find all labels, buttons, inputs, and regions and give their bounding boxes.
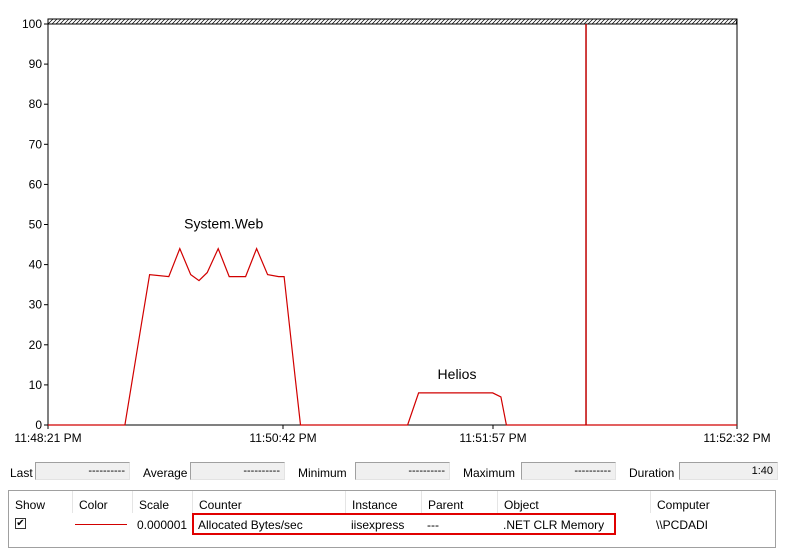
y-tick-label: 70 (29, 137, 43, 151)
minimum-value: ---------- (355, 462, 450, 480)
plot-area (47, 23, 738, 426)
col-header-computer[interactable]: Computer (651, 491, 775, 513)
counter-color-swatch (75, 524, 127, 525)
x-tick-label: 11:52:32 PM (703, 431, 770, 445)
x-axis: 11:48:21 PM 11:50:42 PM 11:51:57 PM 11:52:3… (14, 425, 771, 445)
y-tick-label: 10 (29, 378, 43, 392)
counter-computer: \\PCDADI (656, 518, 709, 532)
y-tick-label: 80 (29, 97, 43, 111)
y-tick-label: 20 (29, 338, 43, 352)
counter-scale: 0.000001 (137, 518, 188, 532)
duration-value: 1:40 (679, 462, 778, 480)
y-tick-label: 100 (22, 17, 42, 31)
statistics-bar: Last ---------- Average ---------- Minim… (0, 462, 785, 484)
counter-legend-table: Show Color Scale Counter Instance Parent… (8, 490, 776, 548)
minimum-label: Minimum (298, 466, 347, 480)
performance-graph[interactable]: 0 10 20 30 40 50 60 70 80 90 100 11:48:21 PM 11:50:… (0, 0, 785, 460)
series-annotation: Helios (438, 366, 477, 382)
col-header-counter[interactable]: Counter (193, 491, 346, 513)
x-tick-label: 11:50:42 PM (249, 431, 316, 445)
graph-top-hatch (47, 18, 738, 25)
average-value: ---------- (190, 462, 285, 480)
y-tick-label: 40 (29, 258, 43, 272)
maximum-label: Maximum (463, 466, 516, 480)
x-tick-label: 11:51:57 PM (459, 431, 526, 445)
maximum-value: ---------- (521, 462, 616, 480)
legend-header-row: Show Color Scale Counter Instance Parent… (9, 491, 775, 513)
col-header-object[interactable]: Object (498, 491, 651, 513)
y-tick-label: 50 (29, 218, 43, 232)
col-header-instance[interactable]: Instance (346, 491, 422, 513)
y-tick-label: 30 (29, 298, 43, 312)
last-label: Last (10, 466, 33, 480)
y-tick-label: 60 (29, 177, 43, 191)
col-header-show[interactable]: Show (9, 491, 73, 513)
col-header-parent[interactable]: Parent (422, 491, 498, 513)
col-header-scale[interactable]: Scale (133, 491, 193, 513)
col-header-color[interactable]: Color (73, 491, 133, 513)
average-label: Average (143, 466, 188, 480)
y-axis: 0 10 20 30 40 50 60 70 80 90 100 (22, 17, 48, 432)
show-checkbox[interactable]: ✔ (15, 518, 26, 529)
y-tick-label: 90 (29, 57, 43, 71)
series-annotation: System.Web (184, 216, 263, 232)
highlight-annotation-box (192, 513, 616, 535)
duration-label: Duration (629, 466, 675, 480)
y-tick-label: 0 (35, 418, 42, 432)
last-value: ---------- (35, 462, 130, 480)
x-tick-label: 11:48:21 PM (14, 431, 81, 445)
